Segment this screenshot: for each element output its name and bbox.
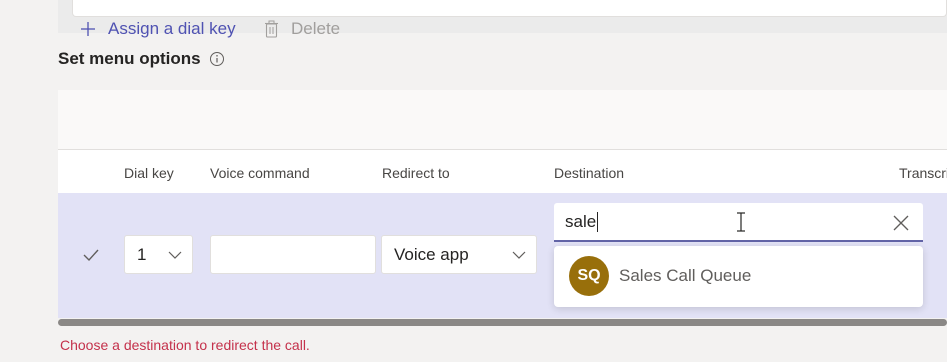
delete-label: Delete (291, 19, 341, 38)
close-icon[interactable] (892, 214, 910, 232)
suggestion-label: Sales Call Queue (619, 266, 752, 285)
chevron-down-icon (168, 251, 182, 259)
voice-command-input[interactable] (210, 235, 376, 274)
column-header-redirect-to: Redirect to (382, 165, 450, 181)
dial-key-value: 1 (137, 244, 147, 264)
text-cursor-icon (737, 212, 745, 232)
redirect-to-select[interactable]: Voice app (381, 235, 537, 274)
info-icon[interactable] (209, 51, 225, 67)
redirect-to-value: Voice app (394, 244, 469, 264)
check-icon[interactable] (82, 246, 100, 264)
destination-query: sale (565, 211, 597, 231)
horizontal-scrollbar[interactable] (58, 318, 947, 327)
assign-dial-key-button[interactable]: Assign a dial key (80, 19, 236, 39)
trash-icon (265, 20, 278, 38)
column-header-dial-key: Dial key (124, 165, 174, 181)
section-title: Set menu options (58, 49, 201, 68)
section-heading: Set menu options (58, 49, 225, 69)
menu-toolbar (58, 90, 947, 150)
text-caret (597, 211, 599, 232)
destination-suggestions: SQ Sales Call Queue (554, 246, 923, 307)
column-header-destination: Destination (554, 165, 625, 181)
assign-dial-key-label: Assign a dial key (108, 19, 236, 38)
avatar: SQ (569, 256, 609, 296)
previous-section-field[interactable] (72, 0, 947, 17)
scrollbar-thumb[interactable] (58, 319, 947, 326)
column-header-voice-command: Voice command (210, 165, 310, 181)
suggestion-item[interactable]: SQ Sales Call Queue (569, 256, 751, 296)
delete-button[interactable]: Delete (264, 19, 340, 39)
error-message: Choose a destination to redirect the cal… (60, 337, 310, 353)
chevron-down-icon (512, 251, 526, 259)
column-header-transcription: Transcri (899, 165, 947, 181)
dial-key-select[interactable]: 1 (124, 235, 193, 274)
plus-icon (81, 22, 95, 36)
